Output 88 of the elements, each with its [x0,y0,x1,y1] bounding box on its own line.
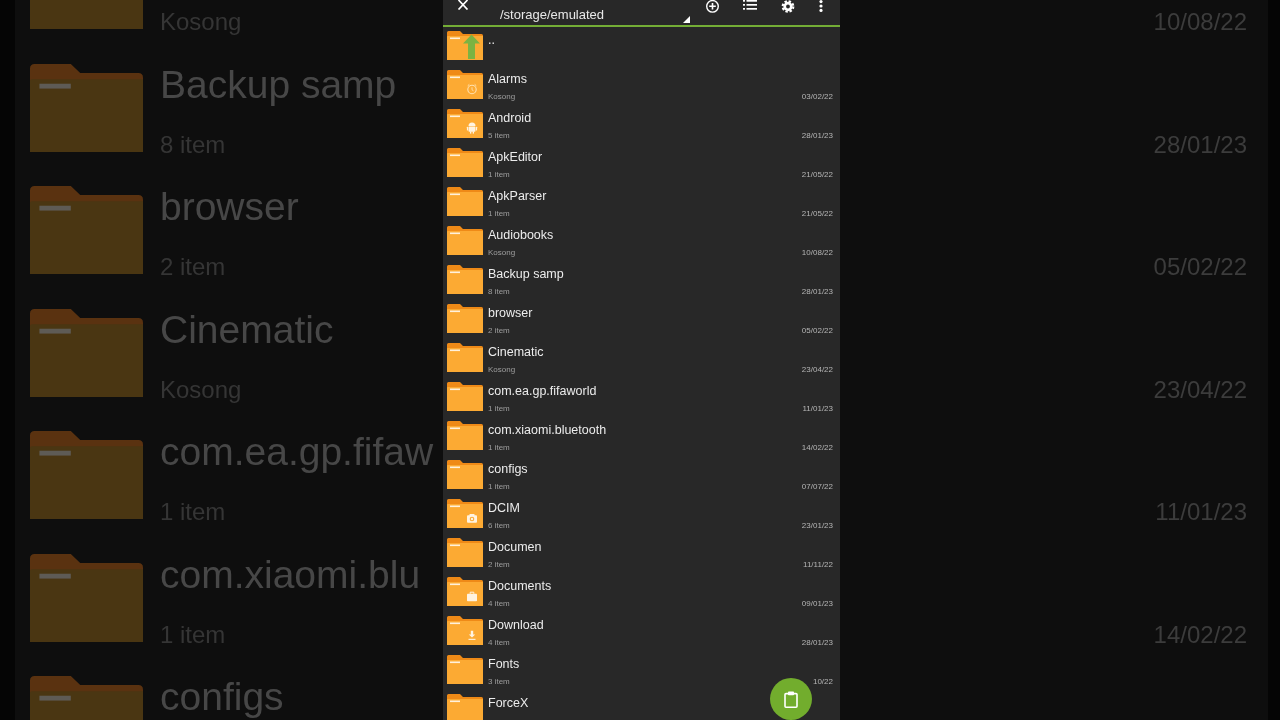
up-arrow-folder-icon [447,31,483,60]
modified-date: 10/22 [812,677,833,688]
robot-folder-icon [447,109,483,138]
folder-info: 3 item [488,677,511,687]
alarm-clock-folder-icon [447,70,483,99]
folder-icon [447,265,483,294]
list-view-icon[interactable] [743,0,757,10]
folder-name: ApkParser [488,189,547,203]
folder-info: Kosong [488,92,517,102]
folder-icon [447,694,483,720]
folder-name: Cinematic [488,345,544,359]
folder-name: com.ea.gp.fifaworld [488,384,597,398]
folder-name: Documen [488,540,542,554]
folder-info: 1 item [488,404,511,414]
folder-name: Alarms [488,72,527,86]
folder-icon [447,148,483,177]
add-icon[interactable] [705,0,720,13]
folder-icon [447,343,483,372]
folder-info: 4 item [488,638,511,648]
folder-name: Documents [488,579,552,593]
modified-date: 07/07/22 [801,482,833,493]
folder-name: ApkEditor [488,150,543,164]
more-icon[interactable] [819,0,823,12]
download-folder-icon [447,616,483,645]
modified-date: 11/11/22 [803,560,833,571]
parent-folder-text: .. [488,33,495,47]
modified-date: 03/02/22 [801,92,833,103]
folder-name: Audiobooks [488,228,554,242]
close-icon[interactable] [457,0,469,10]
modified-date: 11/01/23 [802,404,833,415]
folder-icon [447,655,483,684]
modified-date: 14/02/22 [801,443,833,454]
folder-icon [30,308,143,397]
modified-date: 23/04/22 [801,365,833,376]
paste-button[interactable] [770,678,812,720]
modified-date: 28/01/23 [801,638,833,649]
camera-folder-icon [447,499,483,528]
folder-icon [447,460,483,489]
folder-info: 1 item [488,443,511,453]
folder-info: 6 item [488,521,511,531]
path-dropdown[interactable]: /storage/emulated [500,0,690,25]
folder-name: Cinematic [160,309,334,350]
folder-info: 8 item [488,287,511,297]
folder-name: DCIM [488,501,520,515]
folder-info: 2 item [488,326,511,336]
folder-name: com.xiaomi.blu [160,554,421,595]
folder-name: configs [488,462,528,476]
folder-icon [447,421,483,450]
modified-date: 28/01/23 [801,131,833,142]
folder-info: Kosong [488,248,517,258]
briefcase-folder-icon [447,577,483,606]
modified-date: 23/01/23 [801,521,833,532]
folder-icon [447,538,483,567]
modified-date: 09/01/23 [801,599,833,610]
folder-icon [30,553,143,642]
folder-info: 1 item [488,209,511,219]
folder-name: Android [488,111,532,125]
folder-name: configs [160,677,284,717]
folder-name: ForceX [488,696,529,710]
folder-icon [447,226,483,255]
folder-info: 1 item [488,482,511,492]
folder-info: 5 item [488,131,511,141]
folder-info: 4 item [488,599,511,609]
modified-date: 05/02/22 [801,326,833,337]
modified-date: 28/01/23 [801,287,833,298]
folder-icon [447,304,483,333]
folder-name: Fonts [488,657,520,671]
folder-name: Backup samp [160,64,397,105]
folder-name: com.ea.gp.fifaw [160,432,434,472]
folder-icon [447,187,483,216]
modified-date: 21/05/22 [801,209,833,220]
modified-date: 10/08/22 [801,248,833,259]
settings-icon[interactable] [781,0,795,13]
folder-icon [30,186,143,274]
folder-info: Kosong [488,365,517,375]
folder-name: com.xiaomi.bluetooth [488,423,607,437]
folder-name: Backup samp [488,267,564,281]
folder-icon [447,382,483,411]
folder-name: browser [488,306,533,320]
folder-info: 1 item [488,170,511,180]
folder-name: browser [160,187,299,227]
modified-date: 21/05/22 [801,170,833,181]
clipboard-icon [784,690,798,708]
dropdown-corner-icon [683,16,690,23]
folder-icon [30,431,143,519]
folder-name: Download [488,618,544,632]
folder-icon [30,63,143,152]
folder-info: 2 item [488,560,511,570]
